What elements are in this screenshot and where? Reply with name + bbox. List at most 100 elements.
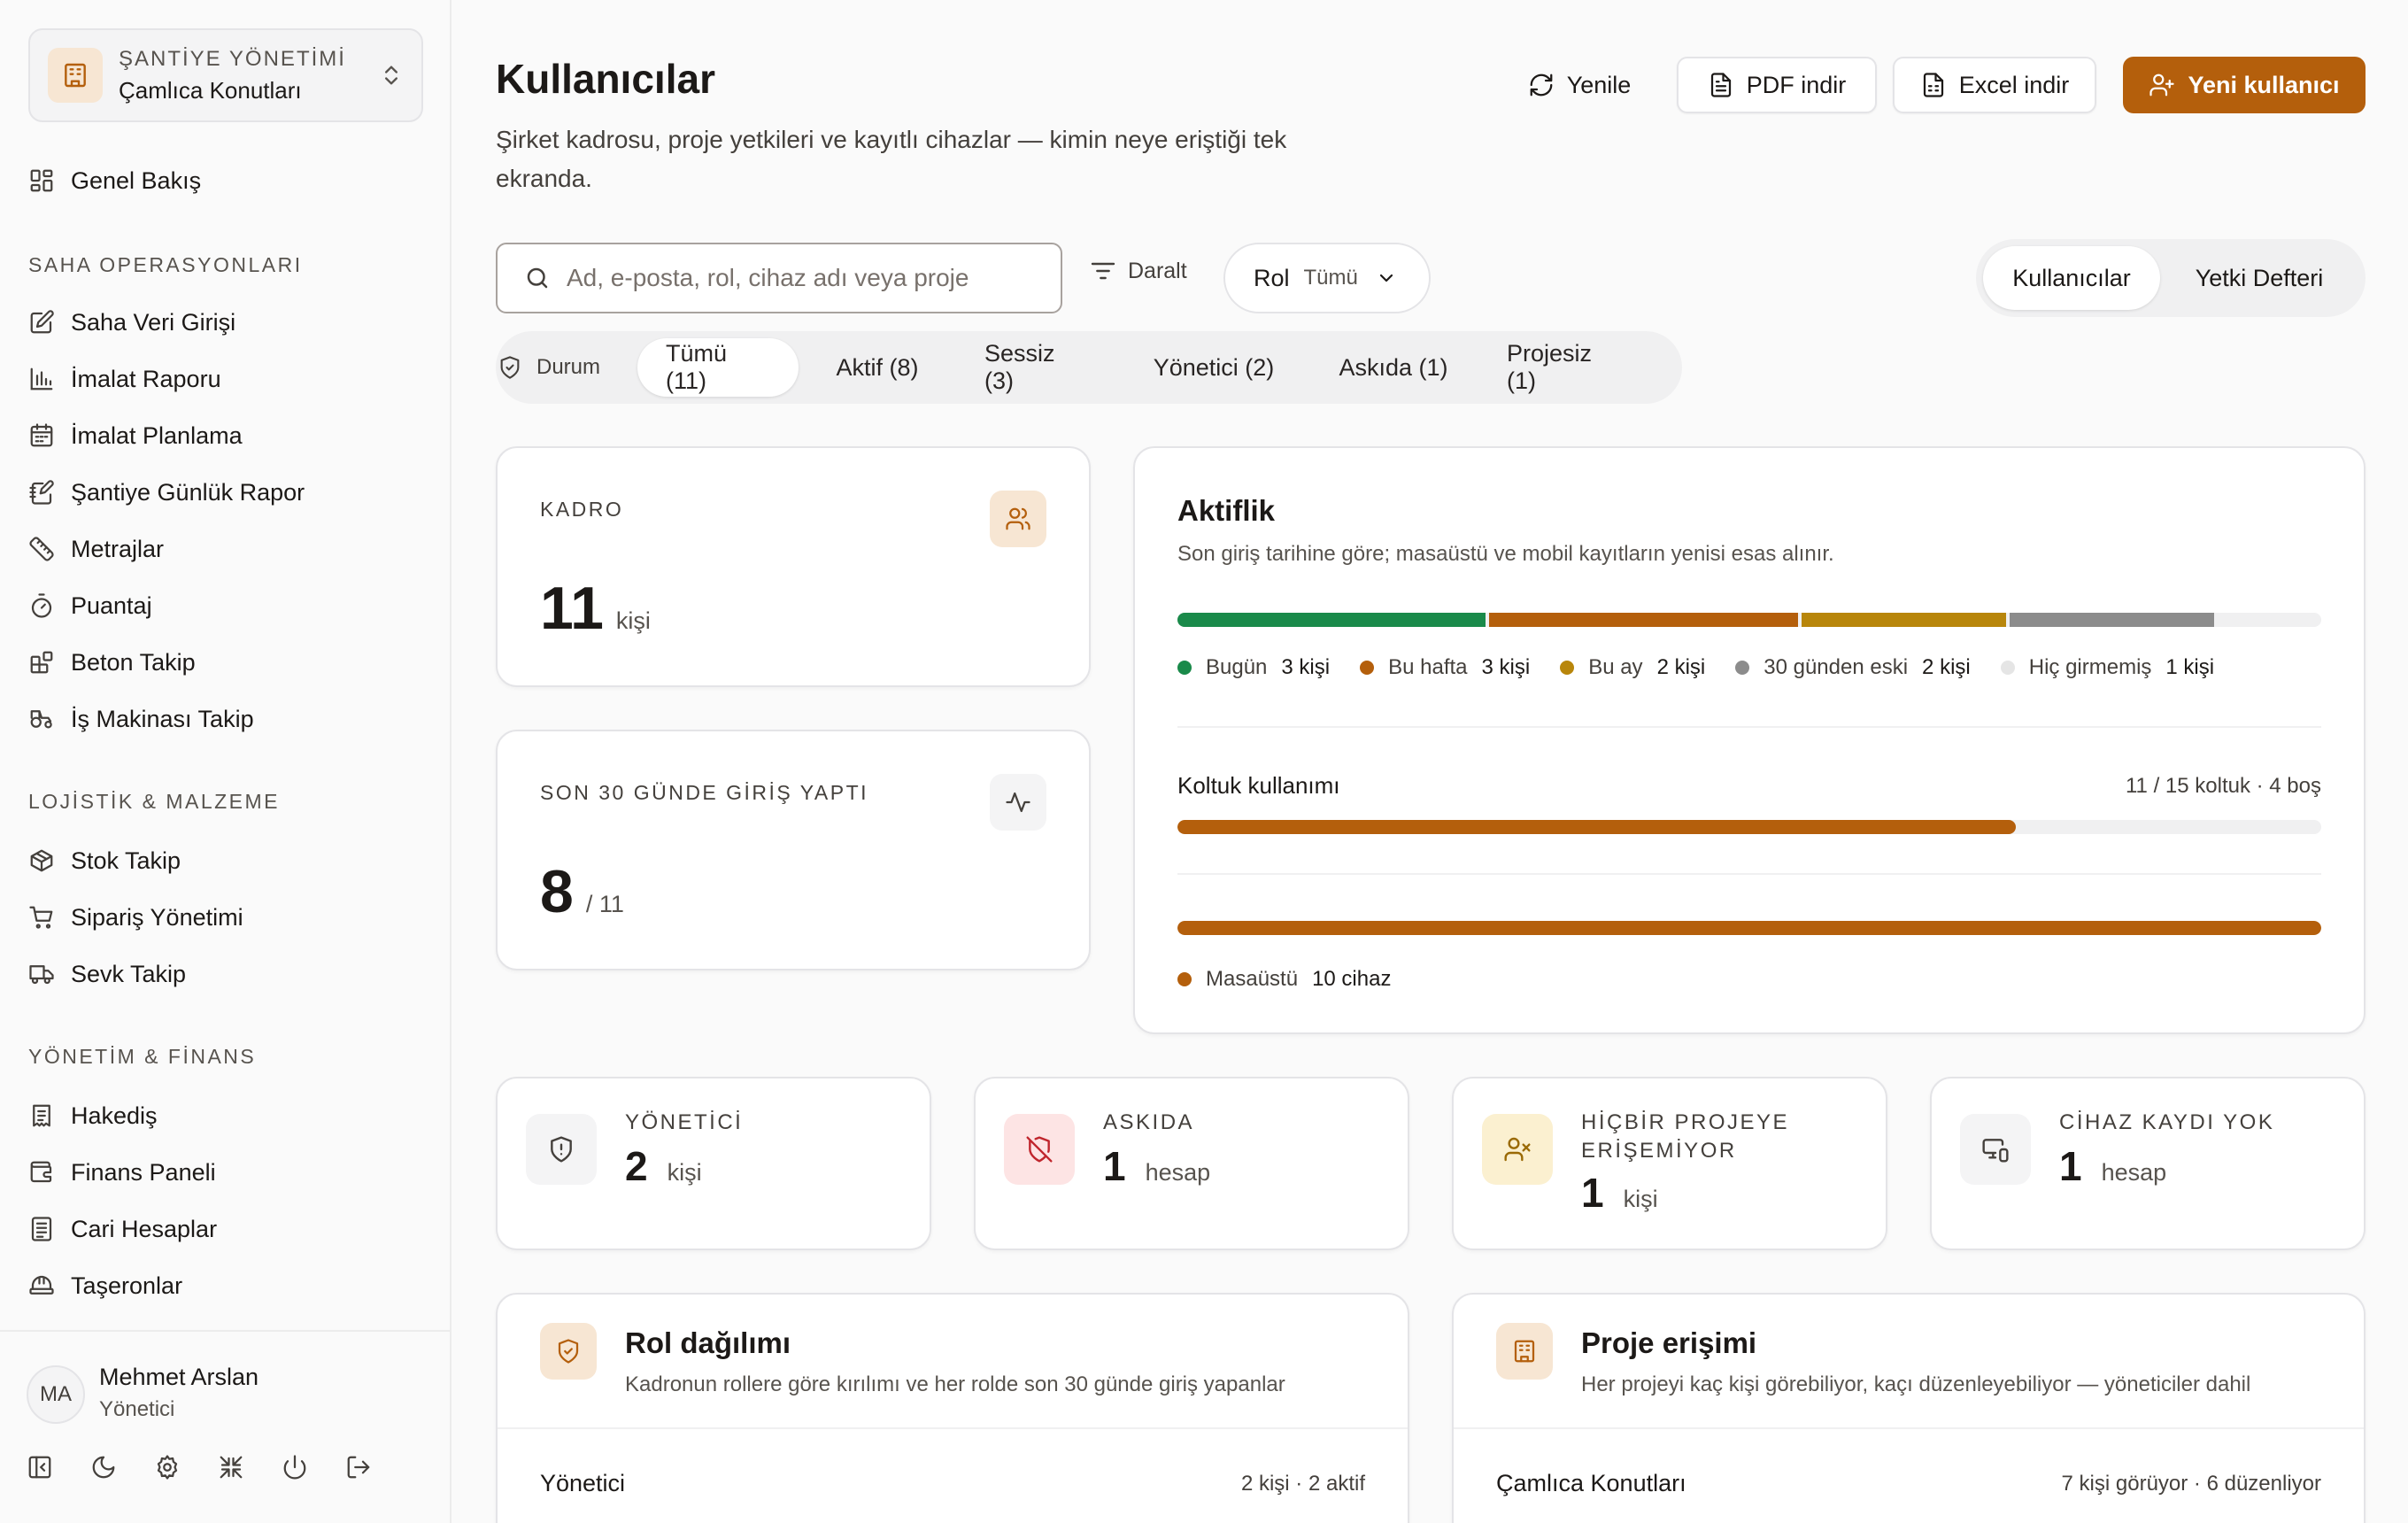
sidebar-item-cari-hesaplar[interactable]: Cari Hesaplar	[28, 1208, 217, 1250]
sidebar-item-metrajlar[interactable]: Metrajlar	[28, 528, 164, 570]
suspended-unit: hesap	[1145, 1159, 1211, 1186]
no-project-stat-value: 1 kişi	[1581, 1169, 1658, 1217]
legend-count: 2 kişi	[1656, 655, 1706, 679]
legend-count: 3 kişi	[1281, 655, 1331, 679]
receipt-icon	[28, 1102, 55, 1129]
admin-stat-card: YÖNETİCİ 2 kişi	[496, 1077, 931, 1250]
no-project-stat-card: HİÇBİR PROJEYE ERİŞEMİYOR 1 kişi	[1452, 1077, 1887, 1250]
sidebar-item-is-makinasi-takip[interactable]: İş Makinası Takip	[28, 698, 254, 740]
minimize-icon[interactable]	[218, 1454, 244, 1480]
seat-usage-meta: 11 / 15 koltuk · 4 boş	[2125, 774, 2321, 798]
sidebar-item-label: Cari Hesaplar	[71, 1215, 218, 1242]
pdf-download-button[interactable]: PDF indir	[1677, 57, 1877, 113]
tab-users[interactable]: Kullanıcılar	[1983, 246, 2160, 310]
legend-item-this-month: Bu ay 2 kişi	[1560, 655, 1705, 680]
suspended-stat-card: ASKIDA 1 hesap	[974, 1077, 1409, 1250]
project-row-meta: 7 kişi görüyor · 6 düzenliyor	[2061, 1472, 2321, 1496]
sidebar-item-finans-paneli[interactable]: Finans Paneli	[28, 1151, 216, 1194]
new-user-label: Yeni kullanıcı	[2188, 71, 2340, 98]
legend-item-never: Hiç girmemiş 1 kişi	[2000, 655, 2214, 680]
user-x-icon	[1503, 1135, 1532, 1164]
logout-icon[interactable]	[345, 1454, 372, 1480]
sidebar-item-taseronlar[interactable]: Taşeronlar	[28, 1264, 182, 1307]
status-chip-all[interactable]: Tümü (11)	[637, 338, 799, 397]
sidebar-item-label: Puantaj	[71, 591, 152, 619]
search-box	[496, 243, 1062, 313]
sidebar-item-sevk-takip[interactable]: Sevk Takip	[28, 953, 186, 995]
avatar[interactable]: MA	[27, 1365, 85, 1424]
refresh-button[interactable]: Yenile	[1519, 57, 1640, 113]
file-spreadsheet-icon	[1920, 72, 1947, 98]
staff-value: 11 kişi	[540, 574, 651, 643]
divider	[1454, 1427, 2364, 1429]
sidebar-item-santiye-gunluk-rapor[interactable]: Şantiye Günlük Rapor	[28, 471, 305, 514]
sidebar-item-label: Genel Bakış	[71, 166, 202, 194]
activity-stacked-bar	[1177, 613, 2321, 627]
sidebar-item-saha-veri-girisi[interactable]: Saha Veri Girişi	[28, 301, 235, 344]
ledger-icon	[28, 1216, 55, 1242]
user-x-icon-box	[1482, 1114, 1553, 1185]
tab-permission-ledger[interactable]: Yetki Defteri	[2160, 246, 2358, 310]
no-project-count: 1	[1581, 1170, 1604, 1216]
sidebar-item-label: Taşeronlar	[71, 1272, 183, 1299]
file-text-icon	[1708, 72, 1734, 98]
logged-in-value: 8 / 11	[540, 857, 624, 926]
narrow-filter-button[interactable]: Daralt	[1089, 257, 1187, 285]
sidebar-item-siparis-yonetimi[interactable]: Sipariş Yönetimi	[28, 896, 243, 939]
search-input[interactable]	[567, 264, 1045, 292]
status-chip-active[interactable]: Aktif (8)	[799, 338, 956, 397]
project-switcher[interactable]: ŞANTİYE YÖNETİMİ Çamlıca Konutları	[28, 28, 423, 122]
status-chip-no-project[interactable]: Projesiz (1)	[1478, 338, 1650, 397]
refresh-icon	[1528, 72, 1555, 98]
devices-icon	[1981, 1135, 2010, 1164]
users-icon-box	[990, 491, 1046, 547]
activity-bar-segment	[1801, 613, 2006, 627]
sidebar-item-label: Saha Veri Girişi	[71, 308, 236, 336]
cart-icon	[28, 904, 55, 931]
activity-bar-segment	[2009, 613, 2214, 627]
page-title: Kullanıcılar	[496, 56, 715, 102]
sidebar-item-beton-takip[interactable]: Beton Takip	[28, 641, 196, 684]
nav-section-yonetim: YÖNETİM & FİNANS	[28, 1045, 257, 1068]
staff-unit: kişi	[615, 607, 651, 634]
status-chip-silent[interactable]: Sessiz (3)	[956, 338, 1119, 397]
timer-icon	[28, 592, 55, 619]
moon-icon[interactable]	[90, 1454, 117, 1480]
role-select-value: Tümü	[1303, 266, 1358, 290]
gear-icon[interactable]	[154, 1454, 181, 1480]
role-select[interactable]: Rol Tümü	[1223, 243, 1431, 313]
nav-section-lojistik: LOJİSTİK & MALZEME	[28, 790, 280, 813]
activity-legend: Bugün 3 kişi Bu hafta 3 kişi Bu ay 2 kişi 3…	[1177, 655, 2244, 680]
sidebar-collapse-icon[interactable]	[27, 1454, 53, 1480]
logged-in-label: SON 30 GÜNDE GİRİŞ YAPTI	[540, 781, 869, 804]
user-plus-icon	[2149, 72, 2175, 98]
sidebar-item-puantaj[interactable]: Puantaj	[28, 584, 152, 627]
building-icon-box	[1496, 1323, 1553, 1380]
sidebar: ŞANTİYE YÖNETİMİ Çamlıca Konutları Genel…	[0, 0, 452, 1523]
sidebar-item-imalat-planlama[interactable]: İmalat Planlama	[28, 414, 243, 457]
sidebar-item-genel-bakis[interactable]: Genel Bakış	[28, 159, 201, 202]
project-name: Çamlıca Konutları	[119, 76, 302, 104]
legend-count: 10 cihaz	[1312, 967, 1392, 991]
page-description: Şirket kadrosu, proje yetkileri ve kayıt…	[496, 126, 1287, 192]
status-chip-suspended[interactable]: Askıda (1)	[1308, 338, 1478, 397]
view-toggle: Kullanıcılar Yetki Defteri	[1976, 239, 2366, 317]
power-icon[interactable]	[282, 1454, 308, 1480]
role-select-label: Rol	[1254, 264, 1290, 291]
edit-icon	[28, 309, 55, 336]
project-row-label: Çamlıca Konutları	[1496, 1470, 1686, 1496]
shield-off-icon-box	[1004, 1114, 1075, 1185]
activity-icon	[1005, 789, 1031, 816]
user-role: Yönetici	[99, 1397, 175, 1421]
status-chip-admin[interactable]: Yönetici (2)	[1119, 338, 1308, 397]
user-name: Mehmet Arslan	[99, 1364, 259, 1390]
sidebar-item-imalat-raporu[interactable]: İmalat Raporu	[28, 358, 221, 400]
project-panel-title: Proje erişimi	[1581, 1326, 1757, 1359]
sidebar-item-stok-takip[interactable]: Stok Takip	[28, 839, 181, 882]
role-row-meta: 2 kişi · 2 aktif	[1240, 1472, 1365, 1496]
sidebar-item-hakedis[interactable]: Hakediş	[28, 1094, 158, 1137]
excel-download-button[interactable]: Excel indir	[1893, 57, 2096, 113]
new-user-button[interactable]: Yeni kullanıcı	[2123, 57, 2366, 113]
sidebar-item-label: Sipariş Yönetimi	[71, 903, 243, 931]
pdf-label: PDF indir	[1746, 71, 1847, 98]
